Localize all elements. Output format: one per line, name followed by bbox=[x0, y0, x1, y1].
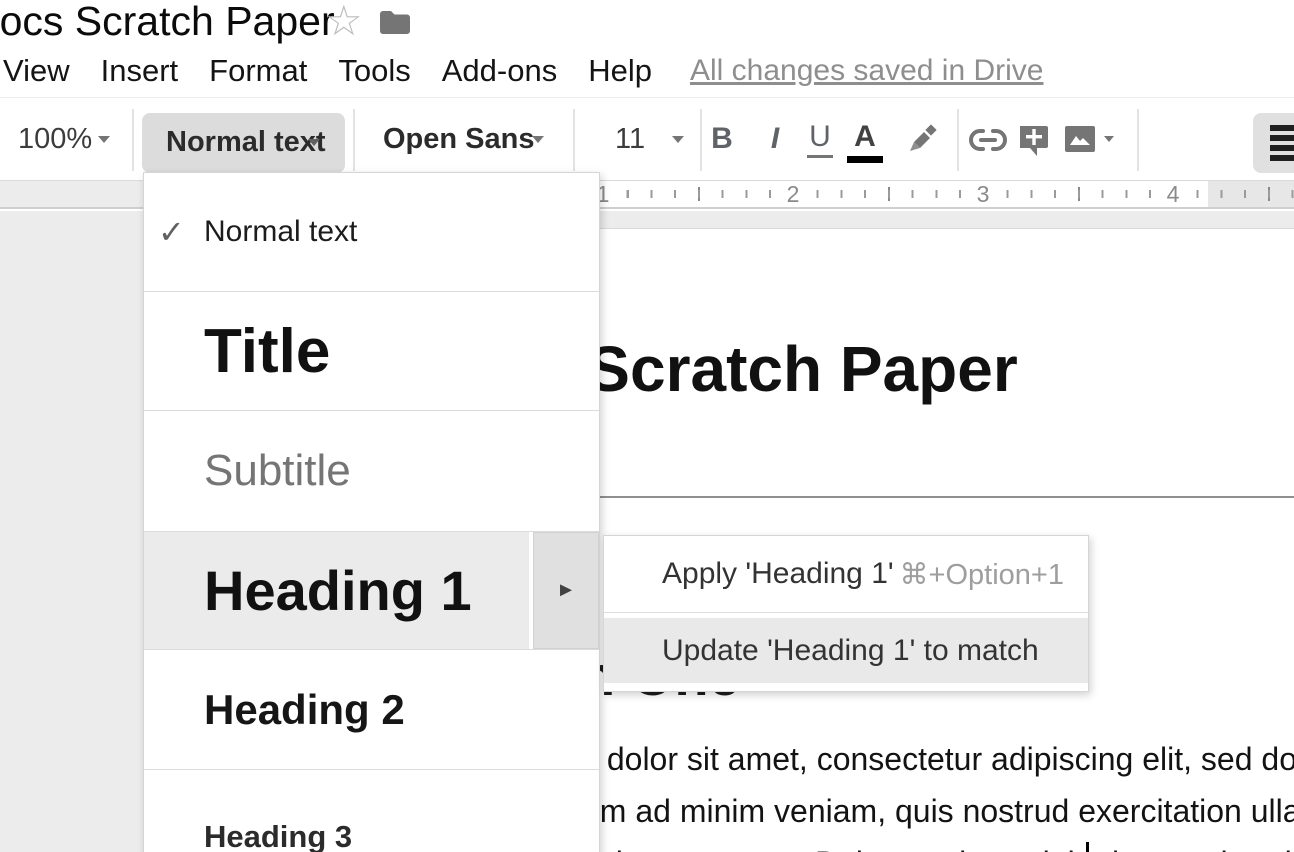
menu-item-heading-3[interactable]: Heading 3 bbox=[144, 769, 599, 852]
paragraph-style-select[interactable]: Normal text bbox=[142, 113, 345, 173]
menu-item-subtitle[interactable]: Subtitle bbox=[144, 410, 599, 531]
heading-1-submenu: Apply 'Heading 1' ⌘+Option+1 Update 'Hea… bbox=[603, 535, 1089, 692]
font-family-select[interactable]: Open Sans bbox=[383, 98, 535, 180]
apply-heading-1-item[interactable]: Apply 'Heading 1' ⌘+Option+1 bbox=[604, 536, 1088, 613]
save-status-link[interactable]: All changes saved in Drive bbox=[690, 54, 1044, 88]
text-color-button[interactable]: A bbox=[845, 98, 885, 180]
ruler-mark-3: 3 bbox=[971, 181, 996, 207]
check-icon: ✓ bbox=[158, 213, 185, 251]
align-left-icon bbox=[1270, 125, 1294, 131]
insert-image-icon[interactable] bbox=[1064, 125, 1096, 153]
menubar: View Insert Format Tools Add-ons Help Al… bbox=[0, 45, 1294, 97]
paragraph-styles-menu: ✓ Normal text Title Subtitle Heading 1 ►… bbox=[143, 172, 600, 852]
toolbar-separator bbox=[573, 109, 575, 171]
star-icon[interactable]: ☆ bbox=[325, 0, 363, 43]
italic-button[interactable]: I bbox=[755, 98, 795, 180]
apply-heading-1-shortcut: ⌘+Option+1 bbox=[900, 557, 1064, 592]
update-heading-1-label: Update 'Heading 1' to match bbox=[662, 634, 1039, 668]
toolbar-separator bbox=[1137, 109, 1139, 171]
heading-1-submenu-trigger[interactable]: ► bbox=[533, 532, 599, 649]
highlight-color-button[interactable] bbox=[903, 123, 939, 157]
font-size-dropdown-arrow-icon[interactable] bbox=[672, 136, 684, 143]
menu-item-heading-2[interactable]: Heading 2 bbox=[144, 649, 599, 769]
bold-button[interactable]: B bbox=[702, 98, 742, 180]
text-color-bar bbox=[847, 156, 883, 163]
font-dropdown-arrow-icon[interactable] bbox=[532, 136, 544, 143]
toolbar-separator bbox=[957, 109, 959, 171]
insert-comment-icon[interactable] bbox=[1018, 124, 1050, 156]
toolbar: 100% Normal text Open Sans 11 B I U A bbox=[0, 97, 1294, 181]
document-name-input[interactable]: Docs Scratch Paper bbox=[0, 0, 335, 45]
text-cursor bbox=[1086, 842, 1089, 852]
menu-view[interactable]: View bbox=[3, 53, 70, 89]
titlebar: Docs Scratch Paper ☆ bbox=[0, 0, 1294, 45]
menu-item-title[interactable]: Title bbox=[144, 291, 599, 410]
menu-insert[interactable]: Insert bbox=[101, 53, 179, 89]
normal-text-label: Normal text bbox=[204, 215, 357, 249]
ruler-mark-2: 2 bbox=[781, 181, 806, 207]
paragraph-style-label: Normal text bbox=[166, 113, 326, 171]
ruler-mark-4: 4 bbox=[1161, 181, 1186, 207]
underline-button[interactable]: U bbox=[800, 98, 840, 180]
toolbar-separator bbox=[132, 109, 134, 171]
toolbar-separator bbox=[353, 109, 355, 171]
menu-tools[interactable]: Tools bbox=[338, 53, 410, 89]
subtitle-label: Subtitle bbox=[204, 446, 351, 496]
heading-1-label: Heading 1 bbox=[204, 558, 472, 623]
font-size-select[interactable]: 11 bbox=[615, 98, 645, 180]
heading-2-label: Heading 2 bbox=[204, 686, 405, 734]
align-left-button[interactable] bbox=[1253, 113, 1294, 173]
underline-label: U bbox=[807, 120, 833, 158]
google-docs-window: Docs Scratch Paper Section One Lorem ips… bbox=[0, 0, 1294, 852]
menu-addons[interactable]: Add-ons bbox=[442, 53, 557, 89]
zoom-dropdown-arrow-icon[interactable] bbox=[98, 136, 110, 143]
menu-item-normal-text[interactable]: ✓ Normal text bbox=[144, 173, 599, 291]
folder-icon[interactable] bbox=[378, 8, 412, 36]
menu-help[interactable]: Help bbox=[588, 53, 652, 89]
heading-3-label: Heading 3 bbox=[204, 819, 352, 852]
menu-item-heading-1[interactable]: Heading 1 ► bbox=[144, 531, 599, 649]
apply-heading-1-label: Apply 'Heading 1' bbox=[662, 557, 894, 591]
update-heading-1-item[interactable]: Update 'Heading 1' to match bbox=[604, 618, 1088, 683]
submenu-arrow-icon: ► bbox=[556, 579, 576, 602]
zoom-select[interactable]: 100% bbox=[18, 98, 92, 180]
style-dropdown-arrow-icon bbox=[308, 139, 320, 146]
insert-link-icon[interactable] bbox=[968, 127, 1008, 153]
image-dropdown-arrow-icon[interactable] bbox=[1104, 136, 1114, 142]
menu-format[interactable]: Format bbox=[209, 53, 307, 89]
title-label: Title bbox=[204, 316, 330, 387]
text-color-label: A bbox=[854, 120, 876, 154]
